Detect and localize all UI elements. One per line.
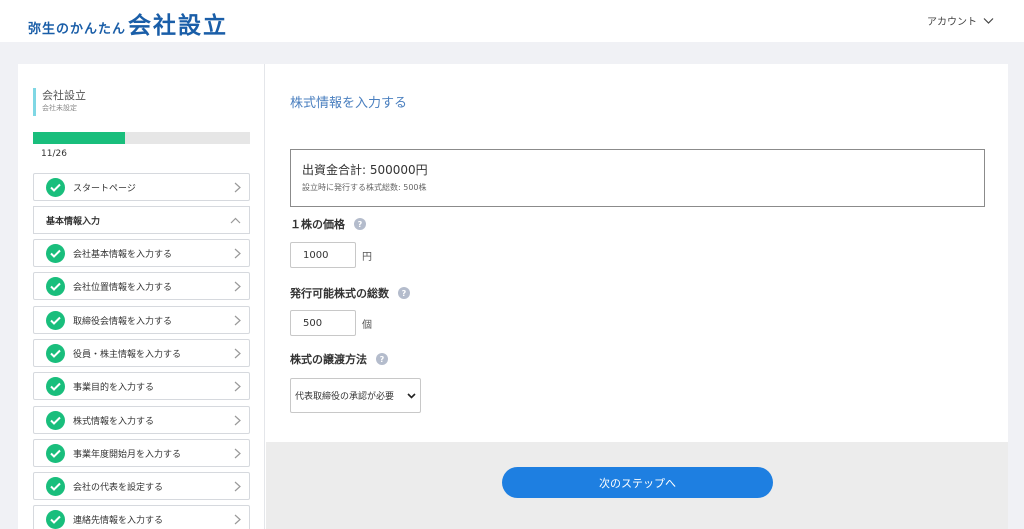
sidebar-step-item[interactable]: 会社基本情報を入力する (33, 239, 250, 267)
main-card: 会社設立 会社未設定 11/26 スタートページ 基本情報入力 会社基本情報を入… (18, 64, 1008, 529)
sidebar-step-item[interactable]: 株式情報を入力する (33, 406, 250, 434)
chevron-right-icon (234, 315, 241, 325)
authorized-shares-label: 発行可能株式の総数 ? (290, 285, 410, 301)
chevron-right-icon (234, 481, 241, 491)
authorized-shares-unit: 個 (362, 320, 372, 331)
progress-label: 11/26 (41, 149, 67, 159)
form-footer: 次のステップへ (266, 442, 1008, 529)
progress-fill (33, 132, 125, 144)
check-icon (46, 243, 65, 263)
total-shares-note: 設立時に発行する株式総数: 500株 (302, 183, 427, 192)
chevron-right-icon (234, 448, 241, 458)
help-icon[interactable]: ? (376, 353, 388, 365)
logo-small-text: 弥生のかんたん (28, 22, 127, 37)
check-icon (46, 376, 65, 396)
progress-bar (33, 132, 250, 144)
yayoi-logo[interactable]: 弥生のかんたん会社設立 (28, 6, 228, 40)
account-label: アカウント (927, 17, 977, 28)
sidebar-step-item[interactable]: 事業年度開始月を入力する (33, 439, 250, 467)
sidebar-item-start-page[interactable]: スタートページ (33, 173, 250, 201)
content-area: 株式情報を入力する 出資金合計: 500000円 設立時に発行する株式総数: 5… (266, 64, 1008, 529)
check-icon (46, 343, 65, 363)
sidebar-item-label: スタートページ (73, 183, 136, 194)
sidebar-step-item[interactable]: 役員・株主情報を入力する (33, 339, 250, 367)
check-icon (46, 443, 65, 463)
sidebar-item-label: 役員・株主情報を入力する (73, 349, 182, 360)
section-title: 基本情報入力 (46, 216, 101, 227)
capital-summary: 出資金合計: 500000円 設立時に発行する株式総数: 500株 (290, 149, 985, 207)
chevron-right-icon (234, 348, 241, 358)
sidebar-step-item[interactable]: 取締役会情報を入力する (33, 306, 250, 334)
sidebar-item-label: 連絡先情報を入力する (73, 515, 164, 526)
check-icon (46, 177, 65, 197)
sidebar-item-label: 事業年度開始月を入力する (73, 449, 182, 460)
sidebar-item-label: 取締役会情報を入力する (73, 316, 173, 327)
account-menu[interactable]: アカウント (927, 13, 994, 28)
app-header: 弥生のかんたん会社設立 アカウント (0, 0, 1024, 42)
chevron-right-icon (234, 381, 241, 391)
company-info: 会社設立 会社未設定 (33, 88, 86, 116)
company-status: 会社未設定 (42, 104, 77, 112)
chevron-right-icon (234, 281, 241, 291)
chevron-down-icon (407, 392, 416, 399)
step-sidebar: 会社設立 会社未設定 11/26 スタートページ 基本情報入力 会社基本情報を入… (18, 64, 265, 529)
check-icon (46, 276, 65, 296)
capital-total: 出資金合計: 500000円 (302, 163, 428, 177)
chevron-down-icon (983, 17, 994, 24)
check-icon (46, 509, 65, 529)
sidebar-item-label: 会社基本情報を入力する (73, 249, 173, 260)
section-basic-info[interactable]: 基本情報入力 (33, 206, 250, 234)
check-icon (46, 476, 65, 496)
sidebar-step-item[interactable]: 連絡先情報を入力する (33, 505, 250, 529)
chevron-right-icon (234, 248, 241, 258)
share-price-input[interactable] (290, 242, 356, 268)
chevron-right-icon (234, 514, 241, 524)
sidebar-step-item[interactable]: 会社位置情報を入力する (33, 272, 250, 300)
transfer-method-label: 株式の譲渡方法 ? (290, 351, 388, 367)
sidebar-item-label: 事業目的を入力する (73, 382, 155, 393)
sidebar-item-label: 会社の代表を設定する (73, 482, 164, 493)
authorized-shares-input[interactable] (290, 310, 356, 336)
sidebar-step-item[interactable]: 会社の代表を設定する (33, 472, 250, 500)
sidebar-item-label: 会社位置情報を入力する (73, 282, 173, 293)
transfer-method-select[interactable]: 代表取締役の承認が必要 (290, 378, 421, 413)
logo-big-text: 会社設立 (128, 13, 229, 39)
check-icon (46, 310, 65, 330)
chevron-right-icon (234, 182, 241, 192)
transfer-method-value: 代表取締役の承認が必要 (295, 392, 395, 402)
sidebar-item-label: 株式情報を入力する (73, 416, 155, 427)
help-icon[interactable]: ? (354, 218, 366, 230)
chevron-right-icon (234, 415, 241, 425)
chevron-up-icon (230, 217, 241, 223)
page-title: 株式情報を入力する (290, 96, 408, 111)
company-name: 会社設立 (42, 89, 86, 102)
share-price-label: １株の価格 ? (290, 216, 366, 232)
next-step-button[interactable]: 次のステップへ (502, 467, 773, 498)
check-icon (46, 410, 65, 430)
share-price-unit: 円 (362, 252, 372, 263)
help-icon[interactable]: ? (398, 287, 410, 299)
sidebar-step-item[interactable]: 事業目的を入力する (33, 372, 250, 400)
